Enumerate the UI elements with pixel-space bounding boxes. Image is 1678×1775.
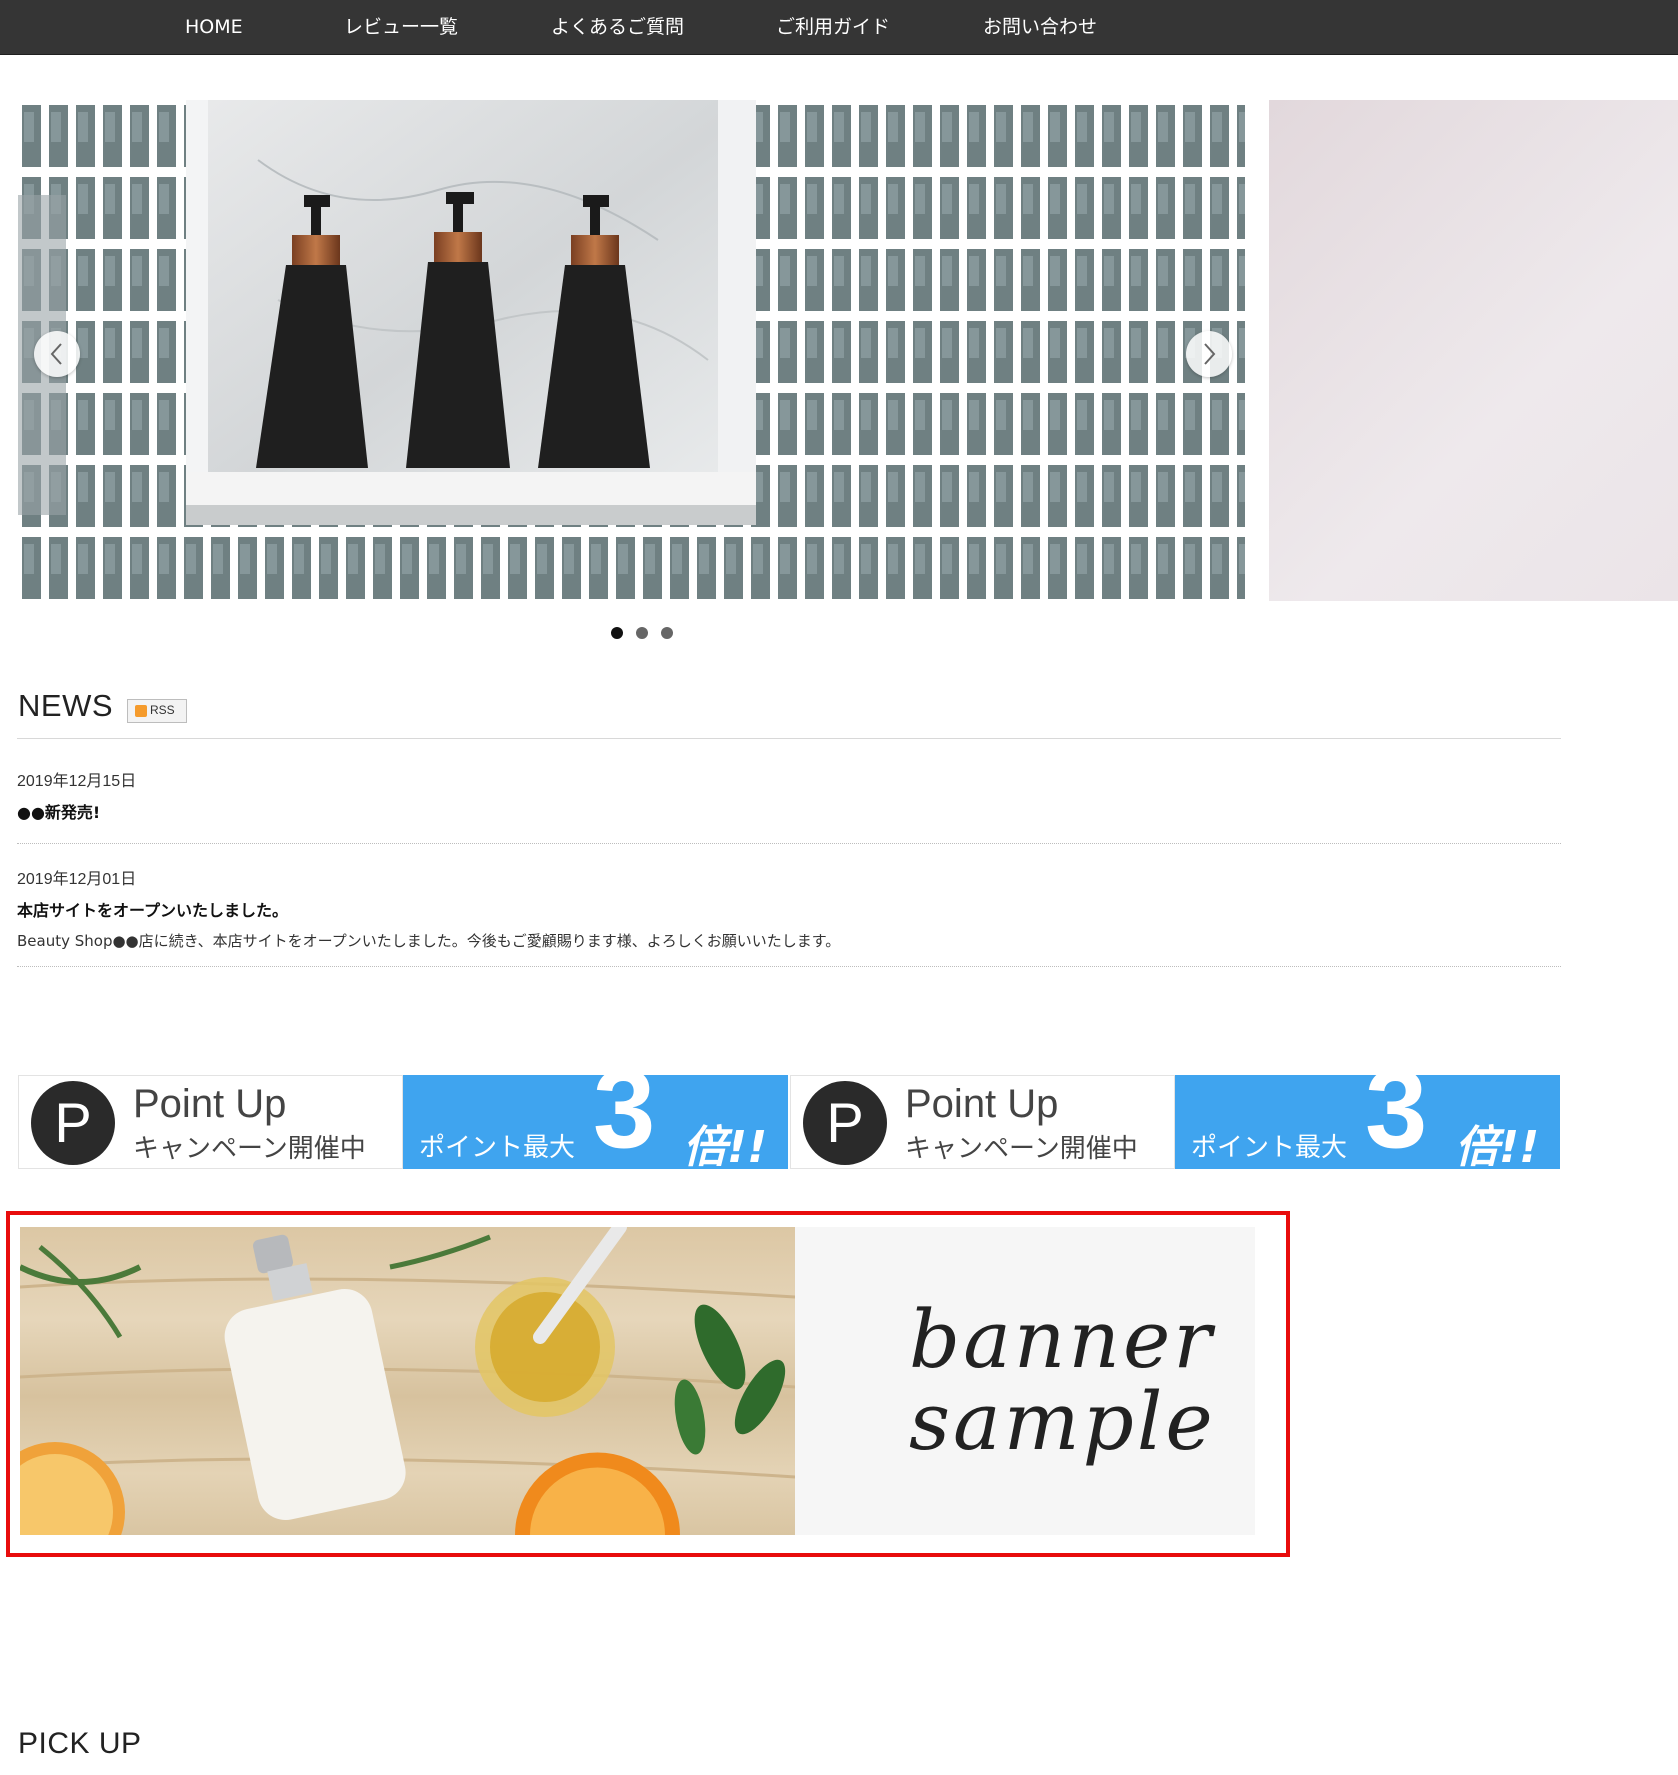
hero-slide-illustration (18, 100, 1245, 601)
point-up-banner-left: P Point Up キャンペーン開催中 (18, 1075, 403, 1169)
point-up-subtitle: キャンペーン開催中 (133, 1134, 366, 1164)
sample-banner[interactable]: banner sample (20, 1227, 1255, 1535)
news-date: 2019年12月01日 (17, 871, 137, 888)
point-up-subtitle: キャンペーン開催中 (905, 1134, 1138, 1164)
news-item-divider (17, 966, 1561, 967)
sample-banner-illustration (20, 1227, 796, 1535)
news-divider (17, 738, 1561, 739)
point-circle-icon: P (803, 1081, 887, 1165)
point-max-text: ポイント最大 (1191, 1133, 1348, 1163)
nav-item-contact[interactable]: お問い合わせ (983, 0, 1097, 54)
news-date: 2019年12月15日 (17, 773, 137, 790)
hero-slide-next-image[interactable] (1269, 100, 1678, 601)
point-circle-icon: P (31, 1081, 115, 1165)
nav-item-guide[interactable]: ご利用ガイド (776, 0, 890, 54)
point-up-banner-right: ポイント最大 3 倍!! (403, 1075, 788, 1169)
rss-icon (135, 705, 147, 717)
point-max-text: ポイント最大 (419, 1133, 576, 1163)
news-item-divider (17, 843, 1561, 844)
sample-banner-text-panel: banner sample (795, 1227, 1255, 1535)
chevron-right-icon (1204, 343, 1216, 365)
rss-button[interactable]: RSS (127, 699, 187, 723)
sample-banner-line-1: banner (909, 1293, 1215, 1386)
point-multiplier: 3 (593, 1075, 656, 1169)
slider-dot-1[interactable] (611, 627, 623, 639)
hero-slide-image[interactable] (18, 100, 1245, 601)
sample-banner-photo (20, 1227, 796, 1535)
slider-next-button[interactable] (1186, 331, 1232, 377)
news-body: Beauty Shop●●店に続き、本店サイトをオープンいたしました。今後もご愛… (17, 932, 841, 950)
chevron-left-icon (50, 343, 62, 365)
point-multiplier-suffix: 倍!! (1455, 1122, 1540, 1169)
point-up-banner-left: P Point Up キャンペーン開催中 (790, 1075, 1175, 1169)
top-nav: HOME レビュー一覧 よくあるご質問 ご利用ガイド お問い合わせ (0, 0, 1678, 55)
point-up-title: Point Up (905, 1082, 1059, 1126)
point-up-banner-1[interactable]: P Point Up キャンペーン開催中 ポイント最大 3 倍!! (18, 1075, 788, 1169)
slider-dot-2[interactable] (636, 627, 648, 639)
point-up-banner-right: ポイント最大 3 倍!! (1175, 1075, 1560, 1169)
rss-label: RSS (150, 703, 175, 717)
nav-item-faq[interactable]: よくあるご質問 (551, 0, 684, 54)
news-heading: NEWS (18, 688, 113, 723)
point-up-banner-2[interactable]: P Point Up キャンペーン開催中 ポイント最大 3 倍!! (790, 1075, 1560, 1169)
slider-prev-button[interactable] (34, 331, 80, 377)
point-multiplier-suffix: 倍!! (683, 1122, 768, 1169)
point-multiplier: 3 (1365, 1075, 1428, 1169)
news-headline[interactable]: 本店サイトをオープンいたしました。 (17, 897, 288, 921)
news-headline[interactable]: ●●新発売! (17, 799, 100, 823)
nav-item-reviews[interactable]: レビュー一覧 (344, 0, 458, 54)
sample-banner-line-2: sample (909, 1375, 1216, 1468)
slider-dot-3[interactable] (661, 627, 673, 639)
pickup-heading: PICK UP (18, 1727, 142, 1760)
point-up-title: Point Up (133, 1082, 287, 1126)
nav-item-home[interactable]: HOME (185, 0, 243, 54)
